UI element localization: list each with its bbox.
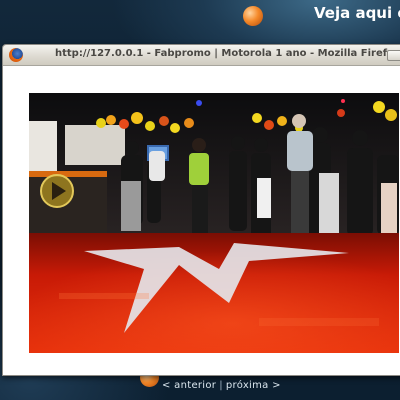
next-link[interactable]: próxima > — [226, 380, 281, 391]
play-icon[interactable] — [40, 174, 74, 208]
browser-title: http://127.0.0.1 - Fabpromo | Motorola 1… — [55, 48, 400, 59]
page-background: Veja aqui o http://127.0.0.1 - Fabpromo … — [0, 0, 400, 400]
gallery-nav: < anterior | próxima > — [162, 380, 281, 391]
window-control-button[interactable] — [387, 50, 400, 61]
nav-separator: | — [219, 380, 223, 391]
event-photo — [28, 92, 400, 354]
banner-headline: Veja aqui o — [314, 4, 400, 22]
decorative-ball — [243, 6, 263, 26]
browser-titlebar[interactable]: http://127.0.0.1 - Fabpromo | Motorola 1… — [3, 45, 400, 66]
firefox-icon — [9, 48, 23, 62]
previous-link[interactable]: < anterior — [162, 380, 216, 391]
